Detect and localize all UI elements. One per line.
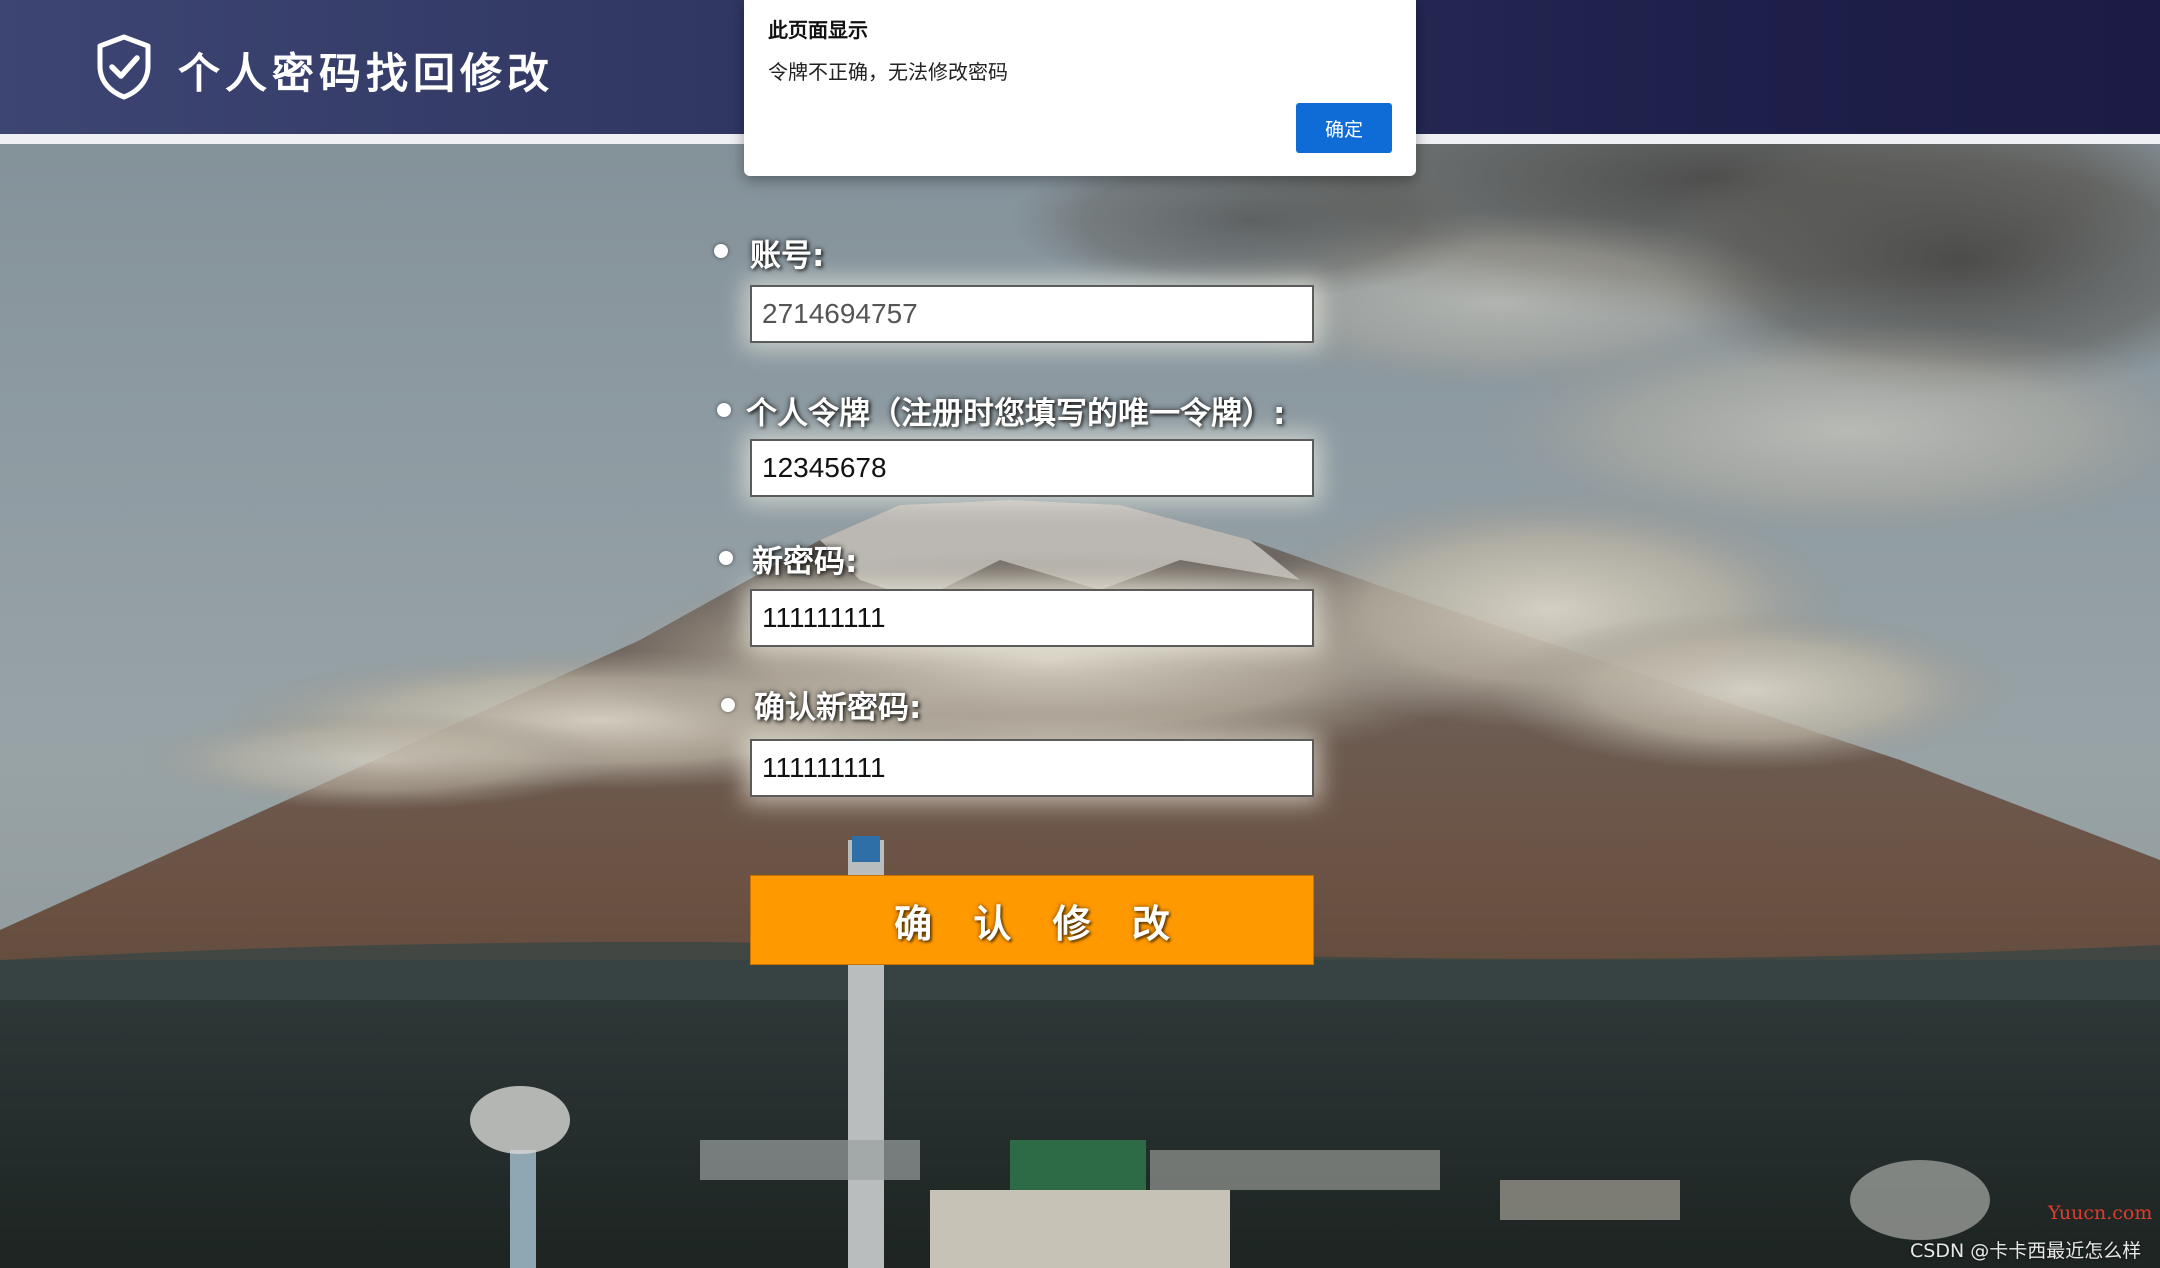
alert-dialog: 此页面显示 令牌不正确，无法修改密码 确定 <box>744 0 1416 176</box>
bullet-confirm-password <box>721 698 735 712</box>
account-field[interactable] <box>750 285 1314 343</box>
token-field[interactable] <box>750 439 1314 497</box>
new-password-field[interactable] <box>750 589 1314 647</box>
new-password-label: 新密码: <box>752 544 858 580</box>
token-label: 个人令牌（注册时您填写的唯一令牌）: <box>746 396 1286 432</box>
confirm-password-field[interactable] <box>750 739 1314 797</box>
account-label: 账号: <box>750 238 825 274</box>
bullet-new-password <box>719 551 733 565</box>
bullet-token <box>717 403 731 417</box>
dialog-message: 令牌不正确，无法修改密码 <box>768 60 1008 84</box>
dialog-ok-button[interactable]: 确定 <box>1296 103 1392 153</box>
confirm-password-label: 确认新密码: <box>754 690 922 726</box>
confirm-change-button[interactable]: 确 认 修 改 <box>750 875 1314 965</box>
dialog-title: 此页面显示 <box>768 18 868 42</box>
password-reset-form: 账号: 个人令牌（注册时您填写的唯一令牌）: 新密码: 确认新密码: 确 认 修… <box>0 0 2160 1268</box>
site-watermark: Yuucn.com <box>2048 1202 2153 1224</box>
author-watermark: CSDN @卡卡西最近怎么样 <box>1910 1240 2142 1262</box>
bullet-account <box>714 244 728 258</box>
